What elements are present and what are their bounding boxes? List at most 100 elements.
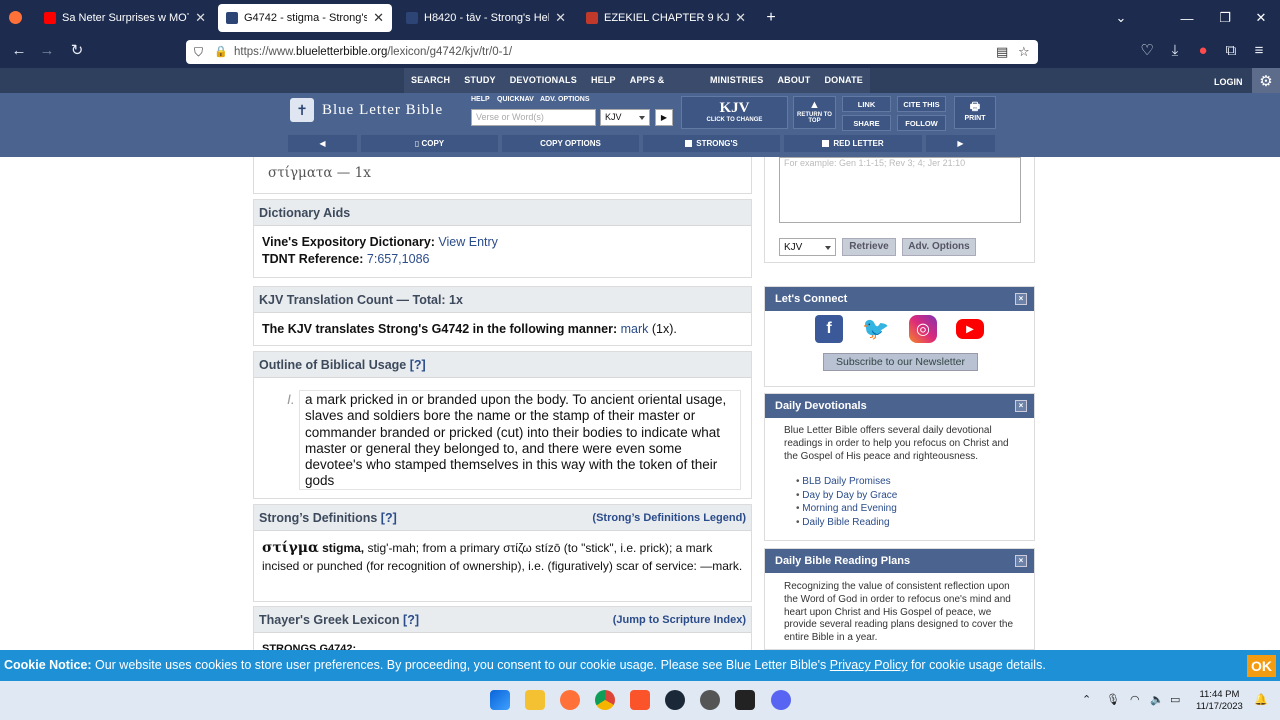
verse-search-input[interactable]: Verse or Word(s) [471,109,596,126]
app-icon[interactable] [700,690,720,710]
reader-view-icon[interactable]: ▤ [996,44,1008,60]
gear-icon[interactable]: ⚙ [1252,68,1280,93]
retrieve-button[interactable]: Retrieve [842,238,896,256]
volume-icon[interactable]: 🔈 [1150,693,1164,706]
chevron-up-icon[interactable]: ⌃ [1082,693,1091,706]
close-window-button[interactable]: ✕ [1242,0,1280,36]
maximize-button[interactable]: ❐ [1206,0,1244,36]
help-link[interactable]: [?] [410,358,426,372]
discord-icon[interactable] [771,690,791,710]
devotional-link[interactable]: Daily Bible Reading [796,516,897,530]
help-link[interactable]: HELP [471,96,490,103]
adv-options-link[interactable]: ADV. OPTIONS [540,96,590,103]
close-icon[interactable]: × [1015,293,1027,305]
close-icon[interactable]: × [1015,400,1027,412]
share-button[interactable]: SHARE [842,115,891,131]
brave-icon[interactable] [630,690,650,710]
youtube-icon[interactable]: ▶ [956,319,984,339]
menu-about[interactable]: ABOUT [770,68,817,93]
extensions-icon[interactable]: ⧉ [1220,40,1242,60]
close-icon[interactable]: × [1015,555,1027,567]
menu-ministries[interactable]: MINISTRIES [703,68,771,93]
clock[interactable]: 11:44 PM 11/17/2023 [1196,689,1243,713]
tab-blb-h8420[interactable]: H8420 - tāv - Strong's Hebrew L✕ [398,4,574,32]
link-button[interactable]: LINK [842,96,891,112]
vines-view-entry-link[interactable]: View Entry [438,235,498,249]
file-explorer-icon[interactable] [525,690,545,710]
microphone-icon[interactable]: 🎙 [1106,693,1120,706]
scripture-index-link[interactable]: (Jump to Scripture Index) [613,607,746,633]
close-icon[interactable]: ✕ [735,10,746,26]
wifi-icon[interactable]: ◠ [1130,693,1140,706]
tab-blb-g4742[interactable]: G4742 - stigma - Strong's Greek✕ [218,4,392,32]
windows-start-icon[interactable] [490,690,510,710]
twitter-icon[interactable]: 🐦 [862,315,890,343]
follow-button[interactable]: FOLLOW [897,115,946,131]
minimize-button[interactable]: — [1168,0,1206,36]
copy-options-button[interactable]: COPY OPTIONS [502,135,639,152]
battery-icon[interactable]: ▭ [1170,693,1180,706]
quicknav-link[interactable]: QUICKNAV [497,96,534,103]
menu-apps-tools[interactable]: APPS & TOOLS [623,68,703,110]
shield-icon[interactable]: ⛉ [194,45,203,60]
search-go-button[interactable]: ▶ [655,109,673,126]
version-select[interactable]: KJV [600,109,650,126]
tab-youtube[interactable]: Sa Neter Surprises w MOTB Que✕ [36,4,214,32]
next-button[interactable]: ▶ [926,135,995,152]
devotional-link[interactable]: BLB Daily Promises [796,475,897,489]
bookmark-star-icon[interactable]: ☆ [1018,44,1030,60]
reload-icon[interactable]: ↻ [66,40,88,60]
epic-games-icon[interactable] [735,690,755,710]
close-icon[interactable]: ✕ [373,10,384,26]
chrome-icon[interactable] [595,690,615,710]
close-icon[interactable]: ✕ [195,10,206,26]
strongs-legend-link[interactable]: (Strong’s Definitions Legend) [592,505,746,531]
menu-help[interactable]: HELP [584,68,623,93]
pocket-icon[interactable]: ♡ [1136,40,1158,60]
menu-study[interactable]: STUDY [457,68,503,93]
print-button[interactable]: 🖶 PRINT [954,96,996,129]
menu-search[interactable]: SEARCH [404,68,457,93]
lock-icon[interactable]: 🔒 [214,45,228,58]
address-bar[interactable]: ⛉ 🔒 https://www. blueletterbible.org/lexi… [186,40,1038,64]
prev-button[interactable]: ◀ [288,135,357,152]
extension-icon[interactable]: ● [1192,40,1214,60]
steam-icon[interactable] [665,690,685,710]
version-change-button[interactable]: KJV CLICK TO CHANGE [681,96,788,129]
sidebar-version-select[interactable]: KJV [779,238,836,256]
blb-logo[interactable]: ✝ Blue Letter Bible [290,98,443,122]
tab-ezekiel[interactable]: EZEKIEL CHAPTER 9 KJV ✕ [578,4,754,32]
menu-devotionals[interactable]: DEVOTIONALS [503,68,584,93]
firefox-icon[interactable] [9,11,22,24]
forward-icon[interactable]: → [36,40,58,60]
close-icon[interactable]: ✕ [555,10,566,26]
passage-textarea[interactable]: For example: Gen 1:1-15; Rev 3; 4; Jer 2… [779,157,1021,223]
downloads-icon[interactable]: ⤓ [1164,40,1186,60]
notification-bell-icon[interactable]: 🔔 [1254,693,1268,706]
mark-link[interactable]: mark [621,322,649,336]
firefox-taskbar-icon[interactable] [560,690,580,710]
back-icon[interactable]: ← [8,40,30,60]
devotional-link[interactable]: Morning and Evening [796,502,897,516]
login-link[interactable]: LOGIN [1214,77,1243,87]
red-letter-checkbox[interactable] [822,140,830,147]
help-link[interactable]: [?] [403,613,419,627]
menu-icon[interactable]: ≡ [1248,40,1270,60]
new-tab-button[interactable]: + [752,0,790,36]
facebook-icon[interactable]: f [815,315,843,343]
strongs-checkbox[interactable] [685,140,693,147]
cite-button[interactable]: CITE THIS [897,96,946,112]
privacy-policy-link[interactable]: Privacy Policy [830,658,908,672]
newsletter-button[interactable]: Subscribe to our Newsletter [823,353,978,371]
help-link[interactable]: [?] [381,511,397,525]
devotional-link[interactable]: Day by Day by Grace [796,489,897,503]
chevron-down-icon[interactable]: ⌄ [1102,0,1140,36]
menu-donate[interactable]: DONATE [817,68,870,93]
cookie-ok-button[interactable]: OK [1247,655,1276,677]
tdnt-reference-link[interactable]: 7:657,1086 [367,252,430,266]
copy-button[interactable]: ▯ COPY [361,135,498,152]
instagram-icon[interactable]: ◎ [909,315,937,343]
red-letter-toggle[interactable]: RED LETTER [784,135,922,152]
strongs-toggle[interactable]: STRONG'S [643,135,780,152]
sidebar-adv-options-button[interactable]: Adv. Options [902,238,976,256]
